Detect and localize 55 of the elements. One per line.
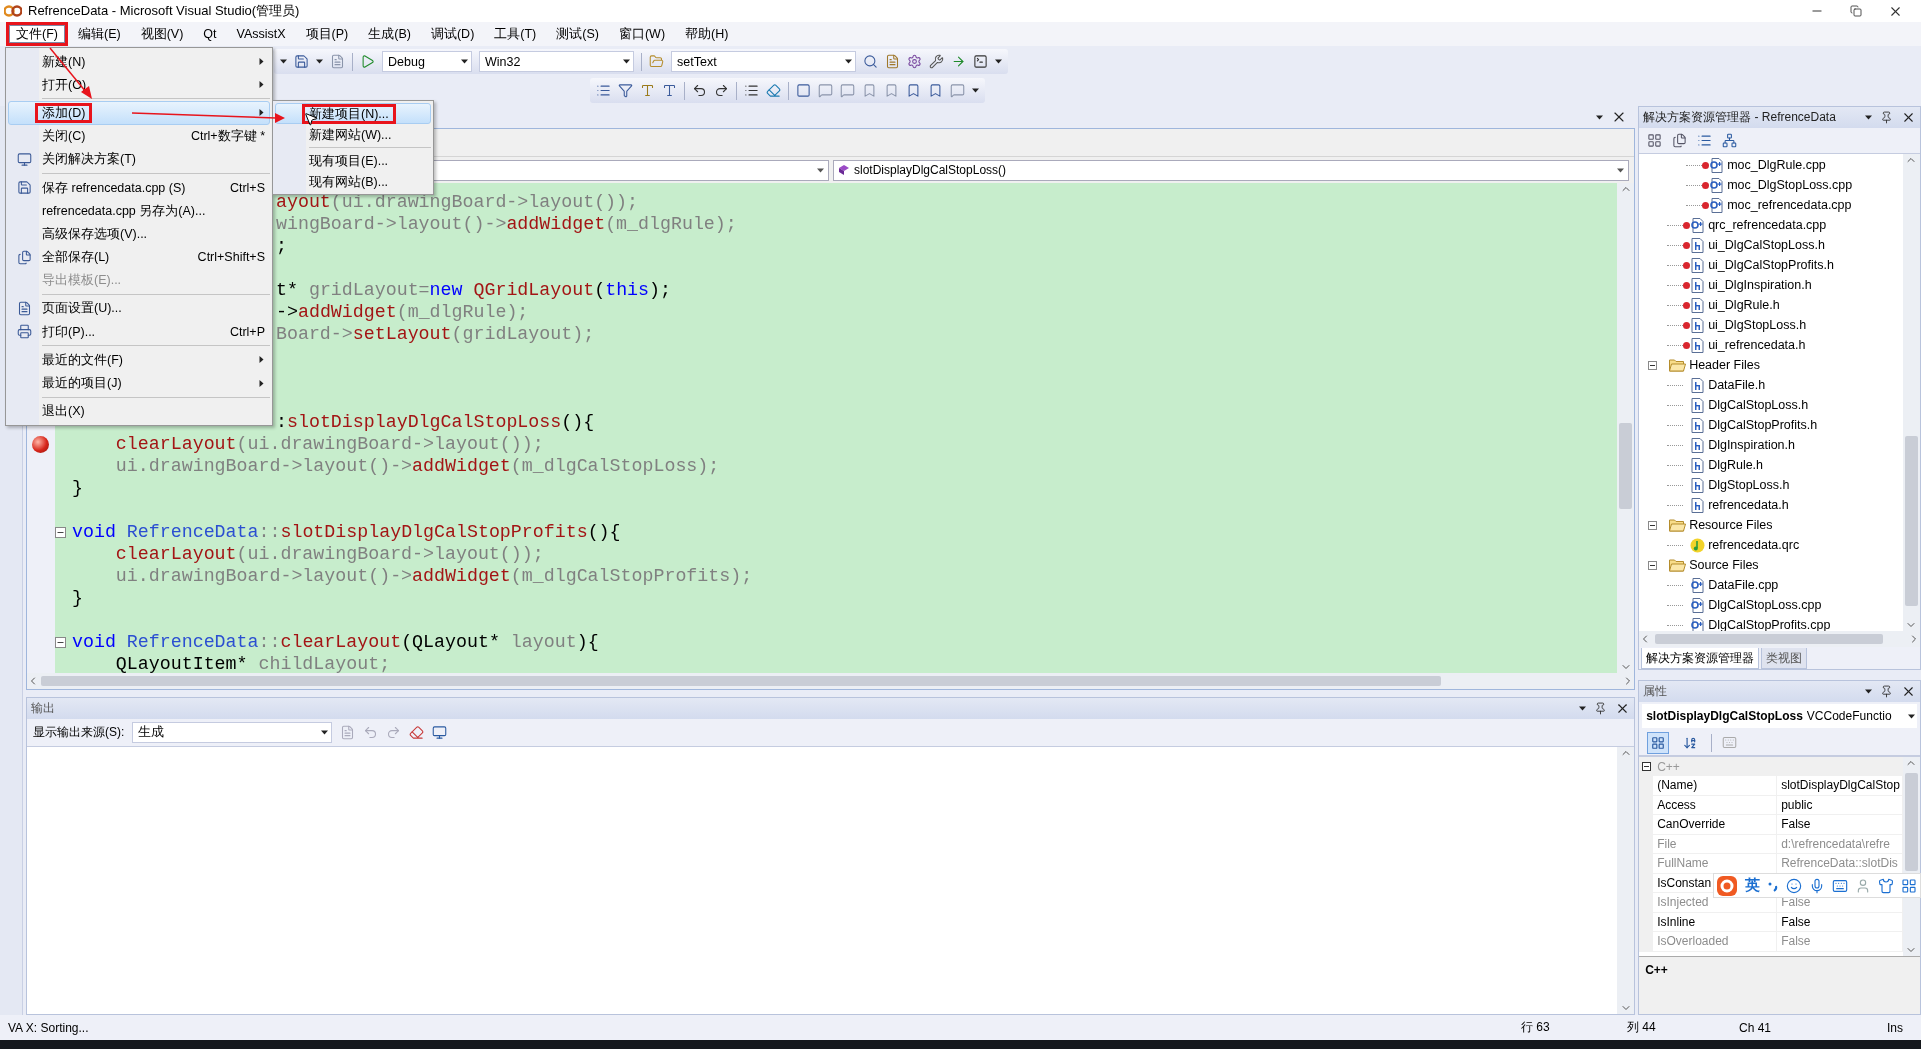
code-line: void RefrenceData::clearLayout(QLayout* layout){ xyxy=(72,631,599,653)
property-name: (Name) xyxy=(1653,776,1778,796)
shortcut-text: Ctrl+Shift+S xyxy=(197,250,266,265)
status-message: VA X: Sorting... xyxy=(7,1020,90,1035)
code-line: wingBoard->layout()->addWidget(m_dlgRule); xyxy=(276,213,737,235)
menu-item-label: 高级保存选项(V)... xyxy=(41,225,149,243)
menu-item-label: 页面设置(U)... xyxy=(41,300,123,318)
menu-item-label: refrencedata.cpp 另存为(A)... xyxy=(41,202,207,220)
menu-item-label: 最近的项目(J) xyxy=(41,375,123,393)
menu-item-label: 保存 refrencedata.cpp (S) xyxy=(41,179,187,197)
code-line: void RefrenceData::slotDisplayDlgCalStopProfits(){ xyxy=(72,521,621,543)
menu-item-label: 关闭解决方案(T) xyxy=(41,151,137,169)
menu-item-label: 最近的文件(F) xyxy=(41,351,124,369)
code-line: :slotDisplayDlgCalStopLoss(){ xyxy=(276,411,595,433)
shortcut-text: Ctrl+S xyxy=(229,180,266,195)
code-line: QLayoutItem* childLayout; xyxy=(114,653,391,673)
insert-mode: Ins xyxy=(1886,1020,1904,1035)
code-line: clearLayout(ui.drawingBoard->layout()); xyxy=(114,433,544,455)
code-line: } xyxy=(72,587,83,609)
line-number: 行 63 xyxy=(1520,1019,1551,1036)
menu-item-label: 现有网站(B)... xyxy=(308,173,390,191)
property-name: IsOverloaded xyxy=(1653,932,1778,952)
code-line: ui.drawingBoard->layout()->addWidget(m_dlgCalStopProfits); xyxy=(114,565,753,587)
property-name: Access xyxy=(1653,795,1778,815)
panel-title: 解决方案资源管理器 - RefrenceData xyxy=(1643,109,1837,126)
property-name: FullName xyxy=(1653,854,1778,874)
menu-item-label: 打印(P)... xyxy=(41,323,97,341)
code-line: ui.drawingBoard->layout()->addWidget(m_dlgCalStopLoss); xyxy=(114,455,720,477)
menu-item-label: 新建网站(W)... xyxy=(308,126,393,144)
menu-item-label: 导出模板(E)... xyxy=(41,272,123,290)
window-title: RefrenceData - Microsoft Visual Studio(管理员) xyxy=(28,2,301,20)
menu-item-label: 添加(D) xyxy=(35,102,93,123)
column-number: 列 44 xyxy=(1626,1019,1657,1036)
property-name: File xyxy=(1653,834,1778,854)
category-label: C++ xyxy=(1657,759,1680,774)
description-title: C++ xyxy=(1645,963,1668,977)
code-line: ayout(ui.drawingBoard->layout()); xyxy=(276,191,639,213)
panel-title: 属性 xyxy=(1643,683,1669,700)
code-line: ; xyxy=(276,235,287,257)
code-line: ->addWidget(m_dlgRule); xyxy=(276,301,529,323)
panel-title: 输出 xyxy=(31,700,56,717)
output-source-label: 显示输出来源(S): xyxy=(33,724,125,741)
code-line: t* gridLayout=new QGridLayout(this); xyxy=(276,279,671,301)
menu-item-label: 现有项目(E)... xyxy=(308,152,390,170)
property-name: CanOverride xyxy=(1653,815,1778,835)
code-line: Board->setLayout(gridLayout); xyxy=(276,323,595,345)
code-line: clearLayout(ui.drawingBoard->layout()); xyxy=(114,543,544,565)
menu-item-label: 关闭(C) xyxy=(41,128,87,146)
shortcut-text: Ctrl+P xyxy=(229,324,266,339)
property-name: IsInline xyxy=(1653,912,1778,932)
shortcut-text: Ctrl+数字键 * xyxy=(190,127,266,145)
menu-item-label: 退出(X) xyxy=(41,403,86,421)
menu-item-label: 全部保存(L) xyxy=(41,249,111,267)
code-line: } xyxy=(72,477,83,499)
char-number: Ch 41 xyxy=(1738,1020,1773,1035)
